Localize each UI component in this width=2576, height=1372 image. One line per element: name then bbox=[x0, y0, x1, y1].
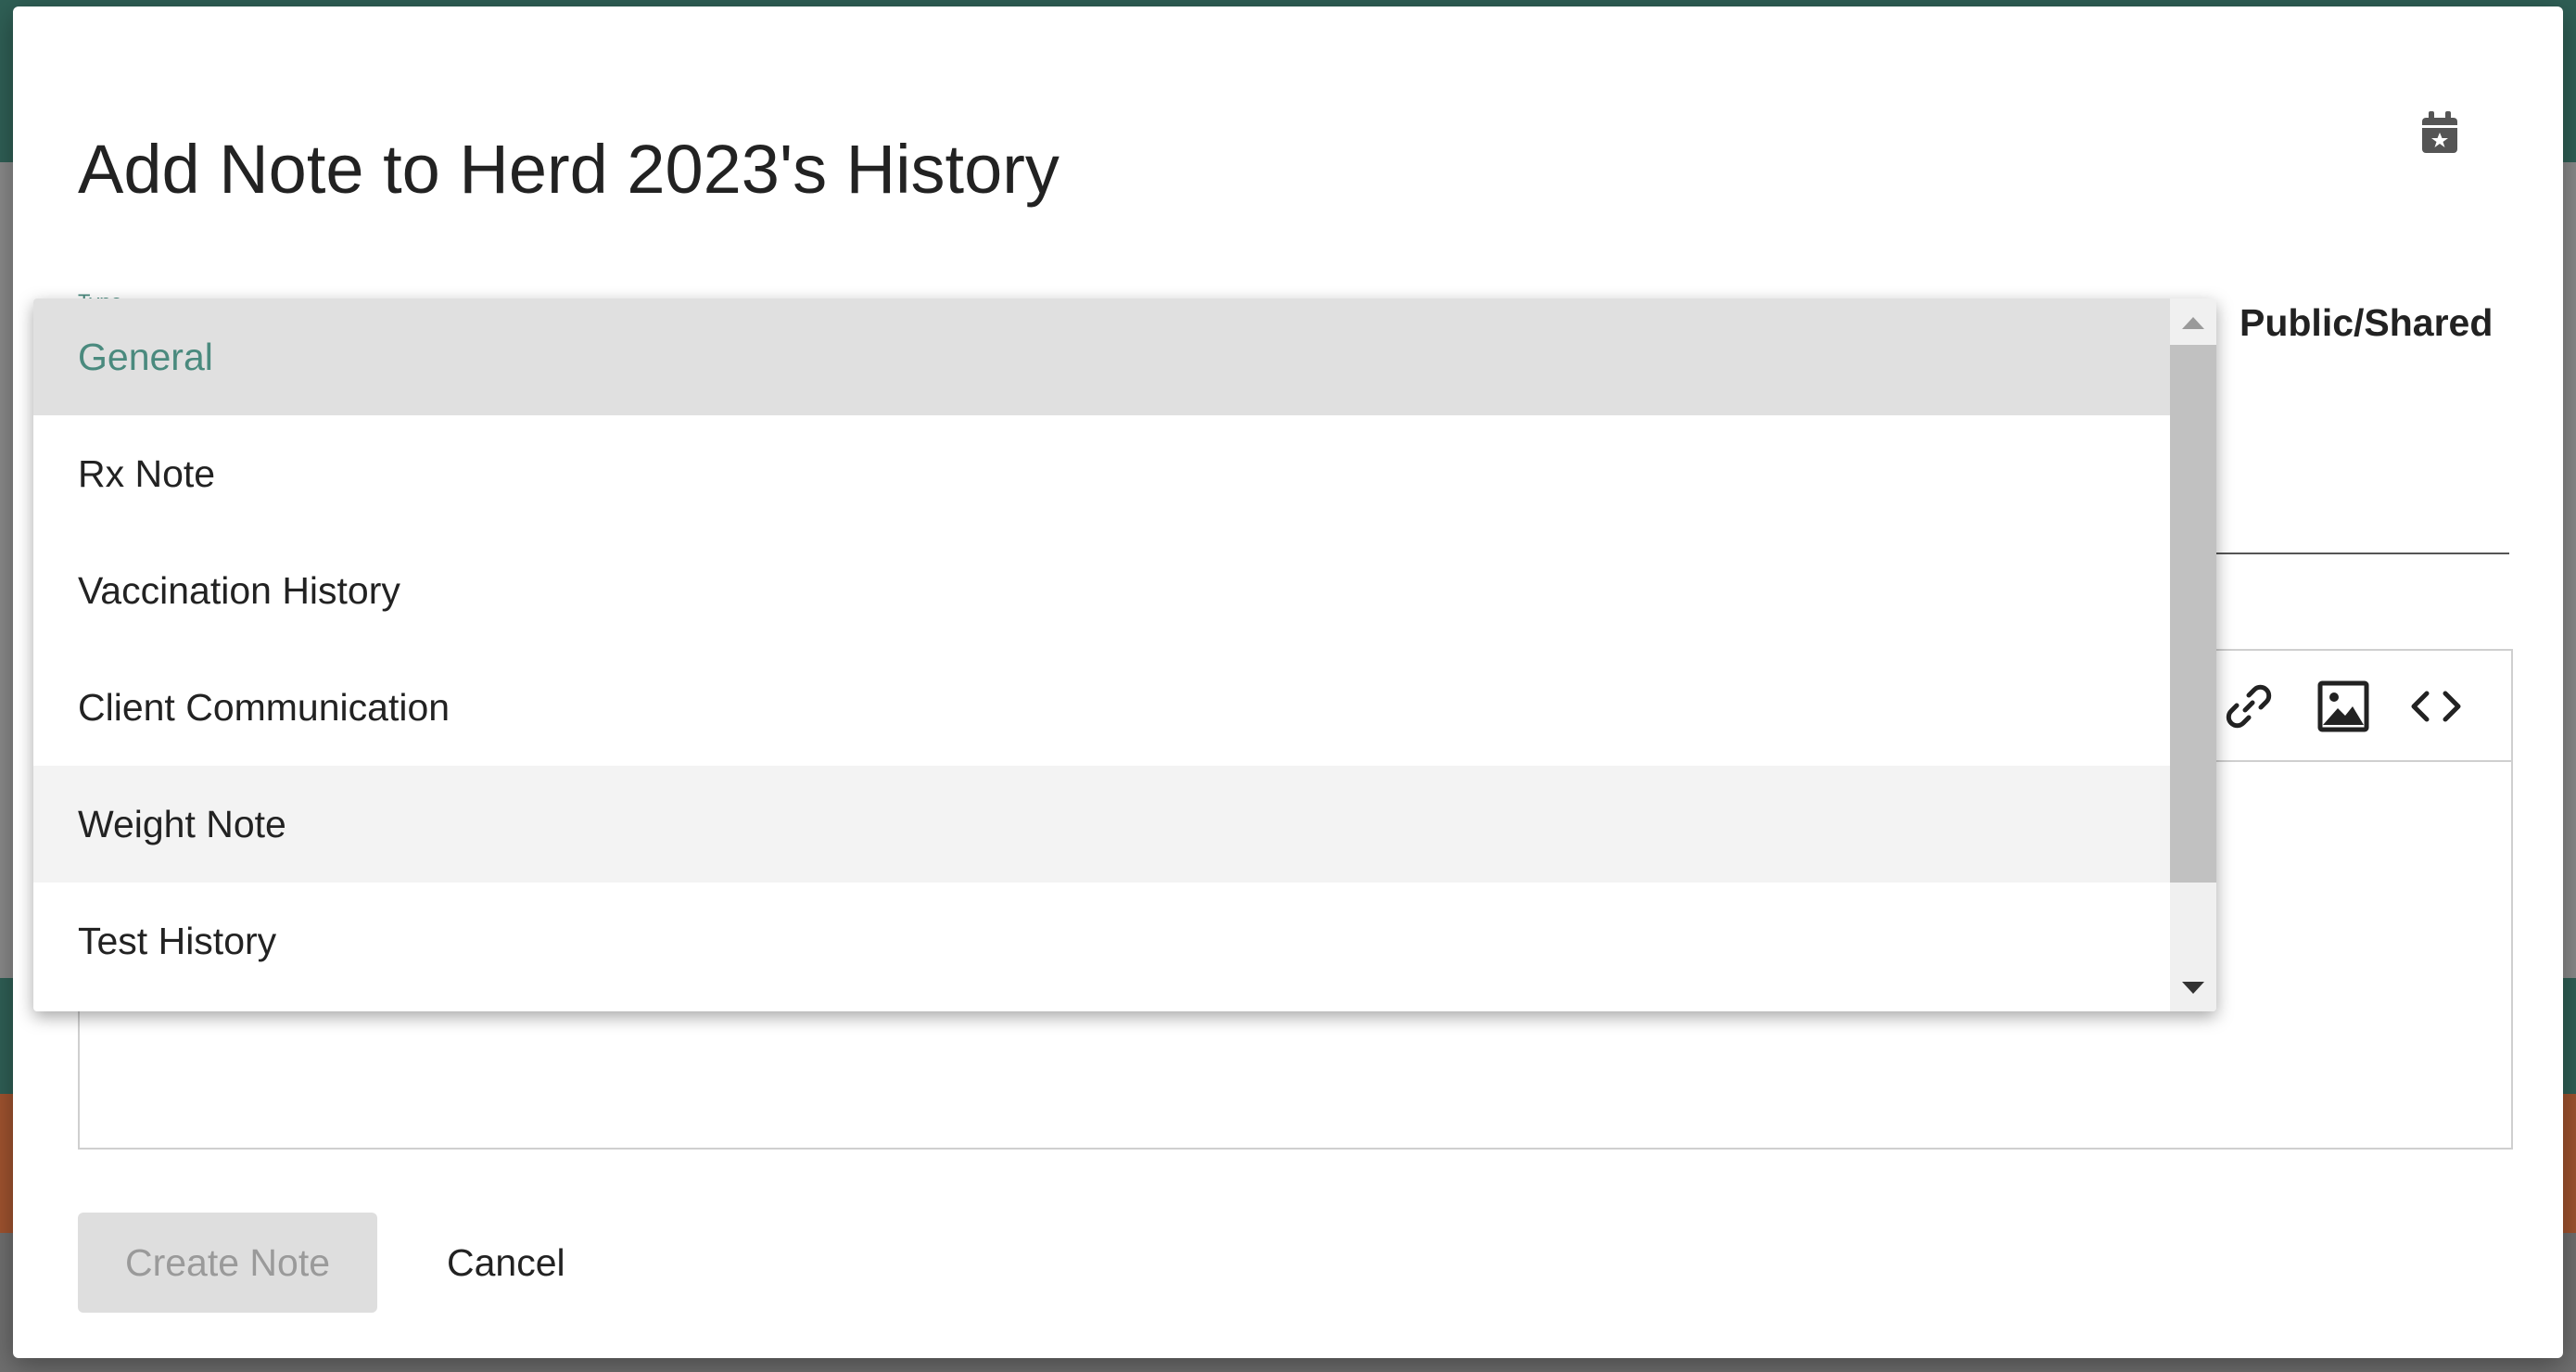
calendar-star-icon[interactable] bbox=[2420, 110, 2459, 155]
dropdown-scrollbar-thumb[interactable] bbox=[2170, 345, 2216, 883]
cancel-button[interactable]: Cancel bbox=[421, 1213, 591, 1313]
create-note-button[interactable]: Create Note bbox=[78, 1213, 377, 1313]
dropdown-option-client-communication[interactable]: Client Communication bbox=[33, 649, 2170, 766]
dropdown-options: General Rx Note Vaccination History Clie… bbox=[33, 299, 2170, 999]
field-underline bbox=[2191, 553, 2509, 554]
code-icon[interactable] bbox=[2408, 679, 2464, 734]
dropdown-option-rx-note[interactable]: Rx Note bbox=[33, 415, 2170, 532]
dropdown-option-vaccination-history[interactable]: Vaccination History bbox=[33, 532, 2170, 649]
dropdown-scrollbar[interactable] bbox=[2170, 299, 2216, 1011]
link-icon[interactable] bbox=[2221, 679, 2277, 734]
dropdown-option-general[interactable]: General bbox=[33, 299, 2170, 415]
image-icon[interactable] bbox=[2316, 679, 2371, 734]
public-shared-label: Public/Shared bbox=[2240, 301, 2494, 344]
scroll-down-arrow-icon[interactable] bbox=[2170, 965, 2216, 1011]
scroll-up-arrow-icon[interactable] bbox=[2170, 299, 2216, 345]
dropdown-option-weight-note[interactable]: Weight Note bbox=[33, 766, 2170, 883]
dropdown-option-test-history[interactable]: Test History bbox=[33, 883, 2170, 999]
dialog-title: Add Note to Herd 2023's History bbox=[78, 131, 1060, 208]
type-dropdown-list[interactable]: General Rx Note Vaccination History Clie… bbox=[33, 299, 2216, 1011]
